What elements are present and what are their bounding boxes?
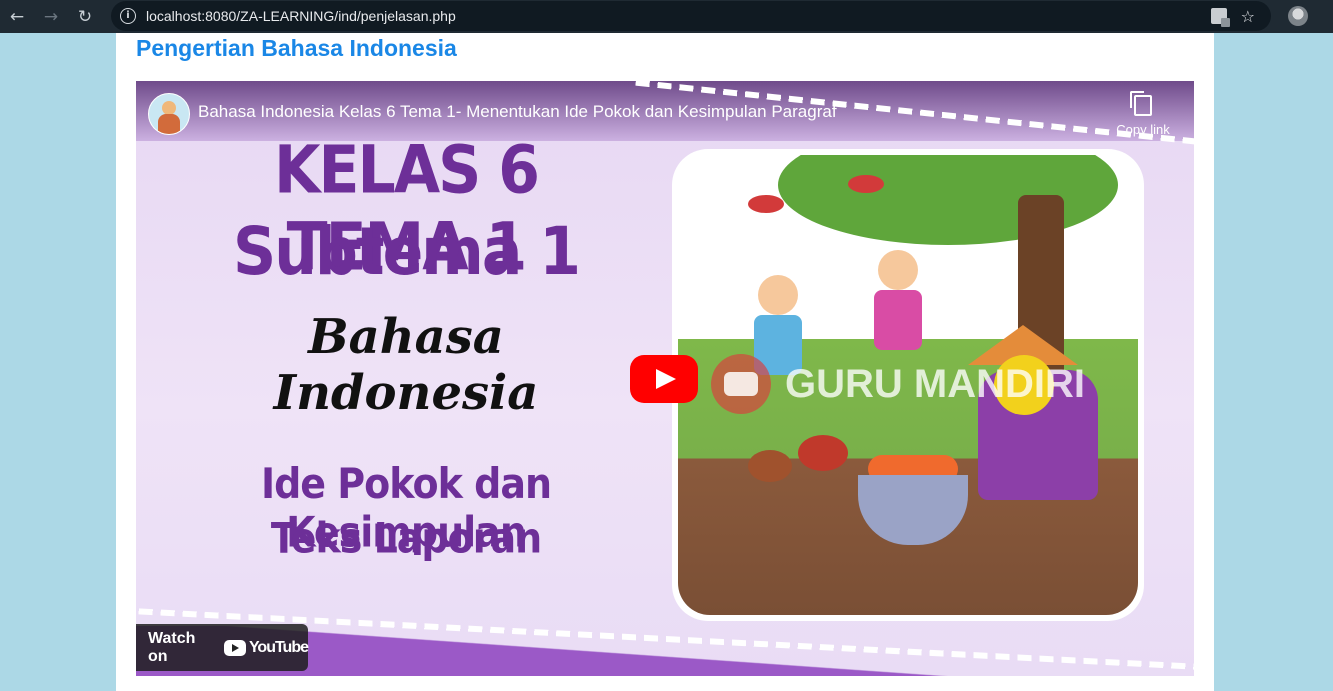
video-title[interactable]: Bahasa Indonesia Kelas 6 Tema 1- Menentu… [198,102,837,122]
bookmark-star-icon[interactable]: ☆ [1241,7,1255,26]
bird-icon [848,175,884,193]
copy-link-label: Copy link [1116,122,1170,137]
page-title: Pengertian Bahasa Indonesia [136,35,457,61]
tree-foliage [778,155,1118,245]
youtube-logo: YouTube [223,638,309,657]
copy-icon [1130,91,1152,116]
hen-icon [748,450,792,482]
forward-icon[interactable]: → [34,0,68,33]
back-icon[interactable]: ← [0,0,34,33]
basket [858,475,968,545]
channel-watermark: GURU MANDIRI [711,354,1085,414]
thumbnail-subheading: Subtema 1 [233,213,581,291]
youtube-embed[interactable]: Bahasa Indonesia Kelas 6 Tema 1- Menentu… [136,81,1194,676]
play-button[interactable] [630,355,698,403]
address-bar[interactable]: i localhost:8080/ZA-LEARNING/ind/penjela… [111,1,1271,31]
boy-head [758,275,798,315]
watch-on-youtube-button[interactable]: Watch on YouTube [136,624,309,671]
translate-icon[interactable] [1210,8,1230,27]
content-panel: Pengertian Bahasa Indonesia Bahasa Indon… [116,33,1214,691]
reload-icon[interactable]: ↻ [68,0,102,33]
watch-on-label: Watch on [148,629,196,665]
bird-icon [748,195,784,213]
info-icon[interactable]: i [120,8,136,24]
watermark-text: GURU MANDIRI [785,361,1085,406]
youtube-icon [223,639,246,656]
browser-toolbar: ← → ↻ i localhost:8080/ZA-LEARNING/ind/p… [0,0,1333,33]
thumbnail-subject: Bahasa Indonesia [273,309,539,421]
youtube-wordmark: YouTube [248,638,309,656]
url-text[interactable]: localhost:8080/ZA-LEARNING/ind/penjelasa… [146,8,456,24]
girl-head [878,250,918,290]
channel-avatar[interactable] [148,93,190,135]
profile-avatar[interactable] [1288,6,1308,26]
girl-body [874,290,922,350]
watermark-play-icon [711,354,771,414]
copy-link-button[interactable]: Copy link [1114,91,1172,137]
thumbnail-topic-2: Teks Laporan [270,513,542,563]
hen-icon [798,435,848,471]
